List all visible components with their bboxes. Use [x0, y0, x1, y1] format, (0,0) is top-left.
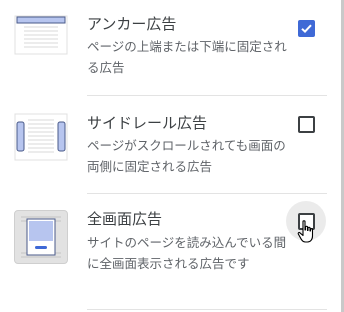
anchor-ad-icon	[14, 12, 68, 66]
option-description: サイトのページを読み込んでいる間に全画面表示される広告です	[87, 235, 287, 271]
option-title: アンカー広告	[87, 15, 177, 33]
vignette-ad-icon	[14, 210, 68, 264]
hand-cursor-icon	[297, 220, 314, 243]
checkmark-icon	[301, 24, 312, 34]
side-rail-ads-checkbox[interactable]	[298, 116, 315, 133]
option-description: ページの上端または下端に固定される広告	[87, 39, 287, 75]
option-title: サイドレール広告	[87, 114, 208, 132]
side-rail-ad-icon	[14, 111, 68, 165]
anchor-ads-checkbox[interactable]	[298, 20, 315, 37]
divider	[87, 95, 327, 96]
divider	[87, 309, 327, 310]
divider	[87, 193, 327, 194]
ad-format-settings-panel: アンカー広告 ページの上端または下端に固定される広告 サイドレール広告 ページが…	[0, 0, 344, 312]
option-title: 全画面広告	[87, 210, 163, 228]
option-description: ページがスクロールされても画面の両側に固定される広告	[87, 138, 286, 174]
